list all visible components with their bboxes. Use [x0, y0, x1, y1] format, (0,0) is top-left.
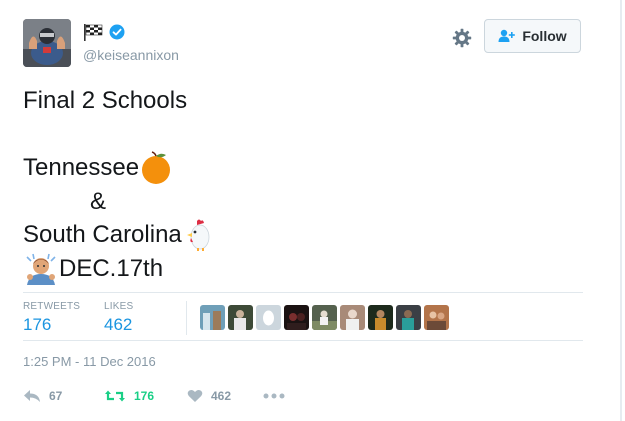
tweet-line: &: [23, 185, 583, 219]
avatar-image: [23, 19, 71, 67]
avatar[interactable]: [23, 19, 71, 67]
heart-icon: [187, 390, 203, 402]
tweet-text: Final 2 Schools Tennessee & South Caroli…: [23, 84, 583, 286]
tweet-line: Final 2 Schools: [23, 84, 583, 118]
rooster-emoji: [186, 219, 210, 251]
more-button[interactable]: [263, 386, 285, 406]
likes-count[interactable]: 462: [104, 315, 132, 335]
liker-avatar[interactable]: [284, 305, 309, 330]
follow-label: Follow: [522, 28, 567, 44]
liker-avatar[interactable]: [312, 305, 337, 330]
page-right-divider: [620, 0, 622, 421]
stats-bottom-divider: [23, 340, 583, 341]
tweet-line: South Carolina: [23, 218, 583, 252]
liker-avatars: [200, 305, 449, 330]
liker-avatar[interactable]: [200, 305, 225, 330]
liker-avatar[interactable]: [228, 305, 253, 330]
liker-avatar[interactable]: [424, 305, 449, 330]
more-dots-icon: [263, 393, 285, 399]
tweet-line: DEC.17th: [23, 252, 583, 286]
verified-badge-icon: [109, 24, 125, 40]
follow-button[interactable]: Follow: [484, 19, 581, 53]
liker-avatar[interactable]: [256, 305, 281, 330]
checkered-flag-icon: [84, 24, 103, 41]
likes-label: LIKES: [104, 301, 134, 312]
retweets-count[interactable]: 176: [23, 315, 51, 335]
retweet-icon: [105, 390, 125, 402]
reply-count: 67: [49, 389, 63, 403]
tweet-timestamp[interactable]: 1:25 PM - 11 Dec 2016: [23, 354, 156, 369]
like-button[interactable]: 462: [187, 386, 231, 406]
stats-vertical-divider: [186, 301, 187, 335]
retweets-label: RETWEETS: [23, 301, 81, 312]
stats-top-divider: [23, 292, 583, 293]
gear-icon[interactable]: [452, 28, 472, 48]
tweet-line: Tennessee: [23, 150, 583, 185]
liker-avatar[interactable]: [396, 305, 421, 330]
tweet-line-text: Final 2 Schools: [23, 87, 188, 114]
display-name[interactable]: [83, 22, 125, 42]
liker-avatar[interactable]: [340, 305, 365, 330]
like-count: 462: [211, 389, 232, 403]
tweet-line-text: &: [90, 187, 107, 215]
tweet-line-text: Tennessee: [23, 154, 140, 181]
liker-avatar[interactable]: [368, 305, 393, 330]
follow-person-icon: [498, 29, 516, 42]
retweet-button[interactable]: 176: [104, 386, 154, 406]
reply-icon: [24, 390, 40, 402]
tweet-line-text: South Carolina: [23, 221, 182, 248]
person-gesturing-emoji: [26, 254, 56, 286]
orange-emoji: [142, 150, 171, 184]
reply-button[interactable]: 67: [23, 386, 62, 406]
retweet-count: 176: [134, 389, 155, 403]
tweet-line-text: DEC.17th: [59, 254, 164, 282]
user-handle[interactable]: @keiseannixon: [83, 47, 179, 63]
